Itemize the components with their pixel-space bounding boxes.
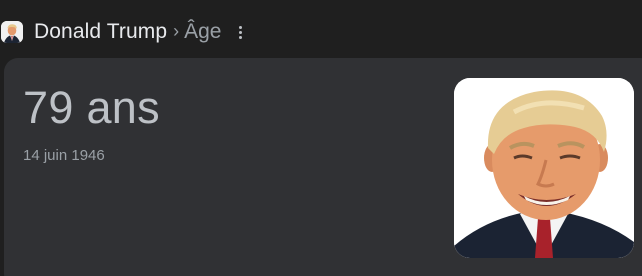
more-dot — [238, 30, 242, 34]
entity-thumbnail[interactable] — [1, 21, 23, 43]
answer-card: 79 ans 14 juin 1946 — [4, 58, 642, 276]
entity-photo[interactable] — [454, 78, 634, 258]
breadcrumb: Donald Trump › Âge — [0, 14, 245, 50]
more-dot — [238, 35, 242, 39]
portrait-icon — [1, 21, 23, 43]
breadcrumb-entity-link[interactable]: Donald Trump — [34, 20, 167, 44]
knowledge-panel-page: Donald Trump › Âge 79 ans 14 juin 1946 — [0, 0, 642, 276]
portrait-image — [454, 78, 634, 258]
breadcrumb-attribute: Âge — [184, 20, 222, 43]
birth-date: 14 juin 1946 — [23, 147, 105, 164]
more-vert-icon[interactable] — [235, 24, 245, 40]
age-value: 79 ans — [23, 82, 160, 133]
breadcrumb-separator: › — [173, 20, 180, 41]
more-dot — [238, 25, 242, 29]
